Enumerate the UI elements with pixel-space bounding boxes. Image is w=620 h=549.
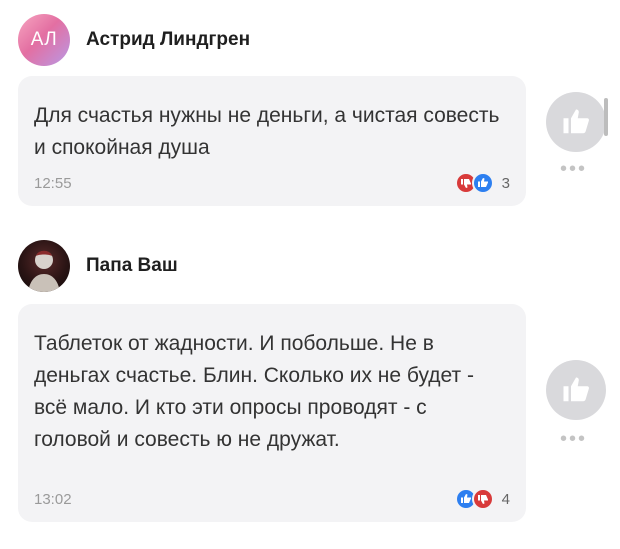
comment-time: 13:02	[34, 491, 72, 508]
avatar-photo-icon	[28, 250, 60, 292]
author-name[interactable]: Астрид Линдгрен	[86, 29, 250, 51]
comment-text: Для счастья нужны не деньги, а чистая со…	[34, 104, 500, 159]
reactions-summary[interactable]: 4	[454, 488, 510, 510]
more-options-icon[interactable]: •••	[560, 429, 587, 449]
avatar[interactable]	[18, 240, 70, 292]
like-button[interactable]	[546, 360, 606, 420]
comment-header: АЛ Астрид Линдгрен	[18, 12, 250, 68]
like-icon	[471, 172, 494, 194]
comment-text: Таблеток от жадности. И побольше. Не в д…	[34, 332, 474, 451]
reaction-count: 4	[501, 490, 510, 508]
more-options-icon[interactable]: •••	[560, 159, 587, 179]
comment-time: 12:55	[34, 175, 72, 192]
reaction-count: 3	[501, 174, 510, 192]
thumbs-up-icon	[563, 109, 589, 134]
comment-bubble: Для счастья нужны не деньги, а чистая со…	[18, 76, 526, 206]
thumbs-up-icon	[563, 377, 589, 402]
author-name[interactable]: Папа Ваш	[86, 255, 178, 277]
comment-header: Папа Ваш	[18, 238, 178, 294]
like-button[interactable]	[546, 92, 606, 152]
reactions-summary[interactable]: 3	[454, 172, 510, 194]
scroll-indicator	[604, 98, 608, 136]
avatar[interactable]: АЛ	[18, 14, 70, 66]
comment-bubble: Таблеток от жадности. И побольше. Не в д…	[18, 304, 526, 522]
dislike-icon	[471, 488, 494, 510]
avatar-initials: АЛ	[30, 29, 58, 50]
